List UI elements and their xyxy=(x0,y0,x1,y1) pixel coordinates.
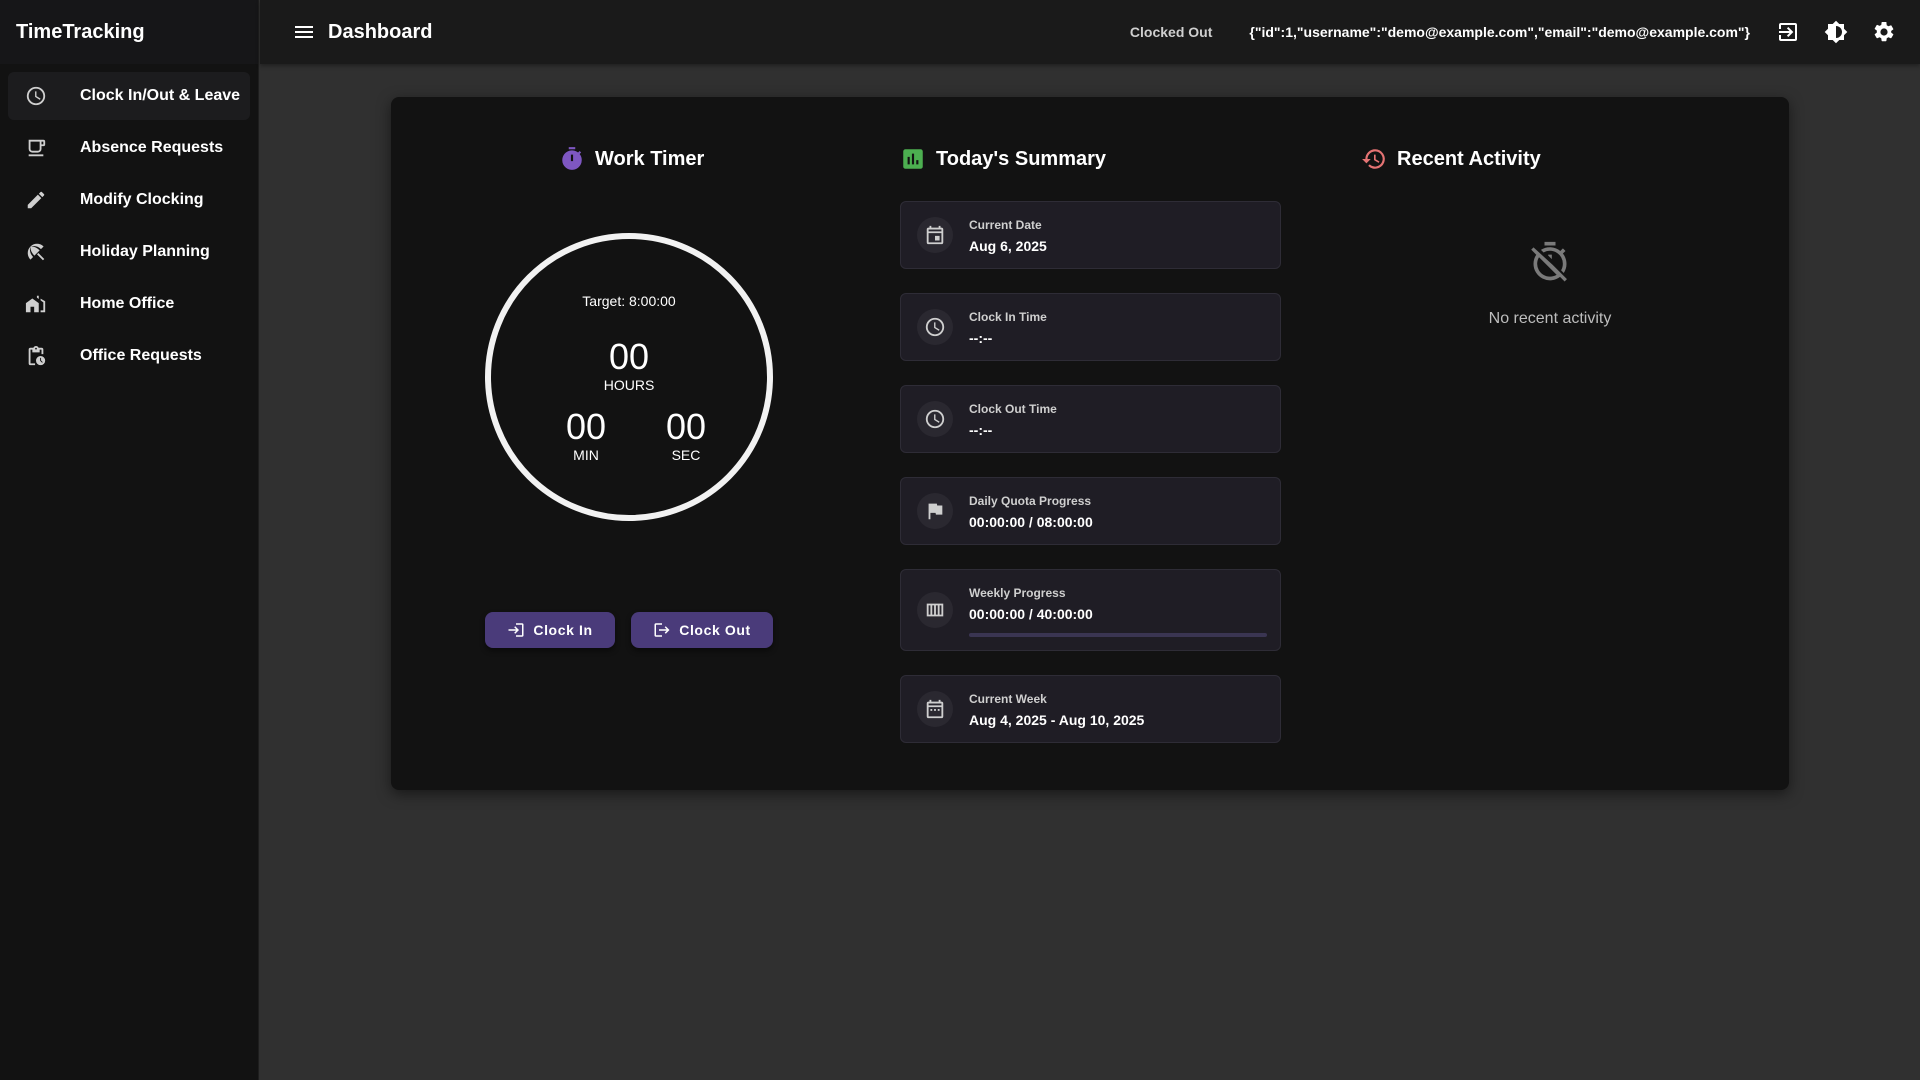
settings-button[interactable] xyxy=(1864,12,1904,52)
summary-value: 00:00:00 / 40:00:00 xyxy=(969,606,1093,622)
clock-out-button[interactable]: Clock Out xyxy=(631,612,773,648)
clock-status: Clocked Out xyxy=(1129,24,1213,40)
summary-clock-in-time: Clock In Time --:-- xyxy=(900,293,1281,361)
timer-circle: Target: 8:00:00 00 HOURS 00 MIN 00 SEC xyxy=(485,233,773,521)
clock-out-label: Clock Out xyxy=(679,622,751,638)
calendar-icon xyxy=(917,691,953,727)
sidebar-item-absence-requests[interactable]: Absence Requests xyxy=(8,124,250,172)
sidebar-item-label: Absence Requests xyxy=(80,139,224,156)
flag-icon xyxy=(917,493,953,529)
login-icon xyxy=(1779,23,1797,41)
stopwatch-icon xyxy=(562,147,582,170)
empty-activity-text: No recent activity xyxy=(1488,310,1612,327)
calendar-icon xyxy=(917,217,953,253)
login-button[interactable] xyxy=(1768,12,1808,52)
sidebar-item-label: Holiday Planning xyxy=(80,243,210,260)
pencil-icon xyxy=(24,188,48,212)
clock-icon xyxy=(24,84,48,108)
sidebar-item-holiday-planning[interactable]: Holiday Planning xyxy=(8,228,250,276)
gear-icon xyxy=(1874,21,1894,42)
menu-button[interactable] xyxy=(284,12,324,52)
timer-off-icon xyxy=(1528,240,1572,284)
sidebar-item-label: Modify Clocking xyxy=(80,191,204,208)
summary-weekly-progress: Weekly Progress 00:00:00 / 40:00:00 xyxy=(900,569,1281,651)
logout-icon xyxy=(654,623,670,637)
dashboard-card: Work Timer Target: 8:00:00 00 HOURS 00 M… xyxy=(391,97,1789,790)
timer-minutes-label: MIN xyxy=(573,447,599,463)
sidebar-item-home-office[interactable]: Home Office xyxy=(8,280,250,328)
user-info: {"id":1,"username":"demo@example.com","e… xyxy=(1249,24,1750,40)
summary-daily-quota: Daily Quota Progress 00:00:00 / 08:00:00 xyxy=(900,477,1281,545)
house-icon xyxy=(24,292,48,316)
summary-value: Aug 4, 2025 - Aug 10, 2025 xyxy=(969,712,1145,728)
timer-seconds-label: SEC xyxy=(671,447,701,463)
top-bar: Dashboard Clocked Out {"id":1,"username"… xyxy=(260,0,1920,64)
sidebar-item-label: Clock In/Out & Leave xyxy=(80,87,241,104)
clock-in-button[interactable]: Clock In xyxy=(485,612,615,648)
summary-value: Aug 6, 2025 xyxy=(969,238,1047,254)
sidebar-item-modify-clocking[interactable]: Modify Clocking xyxy=(8,176,250,224)
summary-current-week: Current Week Aug 4, 2025 - Aug 10, 2025 xyxy=(900,675,1281,743)
summary-clock-out-time: Clock Out Time --:-- xyxy=(900,385,1281,453)
weekly-progress-bar xyxy=(969,633,1267,637)
timer-seconds: 00 xyxy=(665,406,707,447)
summary-current-date: Current Date Aug 6, 2025 xyxy=(900,201,1281,269)
summary-label: Clock In Time xyxy=(969,310,1047,324)
beach-umbrella-icon xyxy=(24,240,48,264)
summary-label: Current Week xyxy=(969,692,1047,706)
login-icon xyxy=(508,623,524,637)
coffee-icon xyxy=(24,136,48,160)
hamburger-menu-icon xyxy=(295,26,313,38)
theme-toggle-button[interactable] xyxy=(1816,12,1856,52)
summary-title: Today's Summary xyxy=(900,146,1106,172)
clock-icon xyxy=(917,401,953,437)
clipboard-clock-icon xyxy=(24,344,48,368)
sidebar: TimeTracking Clock In/Out & Leave Absenc… xyxy=(0,0,259,1080)
page-title: Dashboard xyxy=(328,20,433,43)
sidebar-item-clock-in-out[interactable]: Clock In/Out & Leave xyxy=(8,72,250,120)
timer-target: Target: 8:00:00 xyxy=(582,293,676,309)
summary-value: 00:00:00 / 08:00:00 xyxy=(969,514,1093,530)
summary-title-text: Today's Summary xyxy=(936,147,1106,170)
work-timer-title-text: Work Timer xyxy=(595,147,705,170)
summary-label: Clock Out Time xyxy=(969,402,1057,416)
timer-minutes: 00 xyxy=(565,406,607,447)
work-timer-title: Work Timer xyxy=(559,146,704,172)
sidebar-item-label: Home Office xyxy=(80,295,175,312)
recent-activity-title: Recent Activity xyxy=(1361,146,1541,172)
summary-label: Weekly Progress xyxy=(969,586,1066,600)
brightness-icon xyxy=(1824,20,1848,44)
summary-label: Current Date xyxy=(969,218,1042,232)
summary-value: --:-- xyxy=(969,422,993,438)
sidebar-item-label: Office Requests xyxy=(80,347,202,364)
recent-activity-title-text: Recent Activity xyxy=(1397,147,1541,170)
app-title: TimeTracking xyxy=(0,0,258,64)
sidebar-item-office-requests[interactable]: Office Requests xyxy=(8,332,250,380)
clock-icon xyxy=(917,309,953,345)
bar-chart-icon xyxy=(903,149,923,169)
timer-hours: 00 xyxy=(608,336,650,377)
summary-label: Daily Quota Progress xyxy=(969,494,1092,508)
timer-hours-label: HOURS xyxy=(603,377,655,393)
calendar-view-week-icon xyxy=(917,592,953,628)
summary-value: --:-- xyxy=(969,330,993,346)
clock-in-label: Clock In xyxy=(533,622,593,638)
history-icon xyxy=(1362,149,1385,169)
